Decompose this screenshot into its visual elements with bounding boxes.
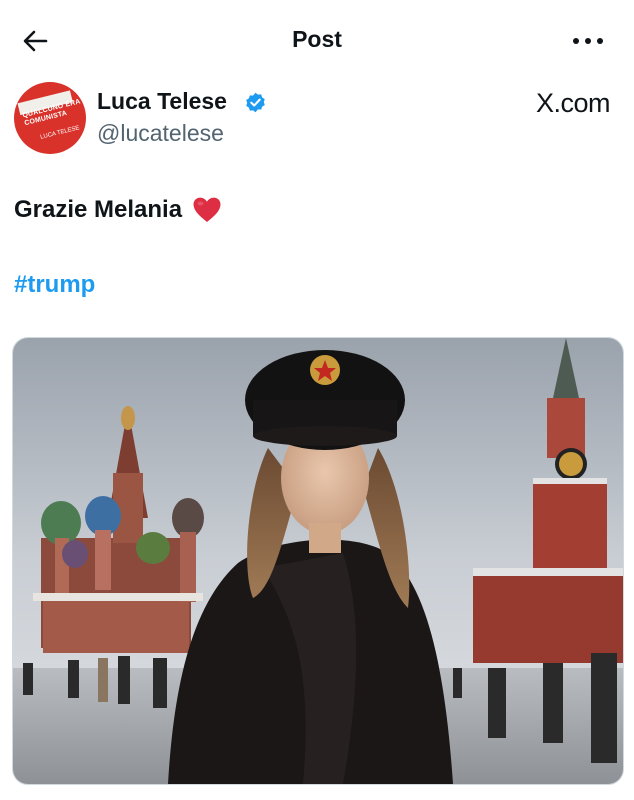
red-square-photo: [13, 338, 623, 784]
post-text: Grazie Melania: [14, 196, 222, 224]
post-image[interactable]: [12, 337, 624, 785]
avatar[interactable]: QUALCUNO ERA COMUNISTA LUCA TELESE: [14, 82, 86, 154]
post-text-content: Grazie Melania: [14, 196, 183, 223]
page-title: Post: [292, 26, 342, 52]
hashtag-link[interactable]: #trump: [14, 271, 95, 299]
x-com-watermark: X.com: [535, 88, 611, 118]
avatar-book-author: LUCA TELESE: [39, 125, 81, 141]
ushanka-hat: [245, 350, 405, 450]
author-handle[interactable]: @lucatelese: [97, 120, 224, 147]
avatar-book-cover: QUALCUNO ERA COMUNISTA LUCA TELESE: [15, 86, 86, 151]
author-name[interactable]: Luca Telese: [97, 88, 227, 115]
top-bar: Post: [0, 0, 634, 80]
more-options-button[interactable]: [568, 28, 608, 54]
more-horizontal-icon: [573, 38, 603, 44]
heart-emoji-icon: [193, 197, 221, 222]
verified-badge-icon: [246, 92, 265, 113]
